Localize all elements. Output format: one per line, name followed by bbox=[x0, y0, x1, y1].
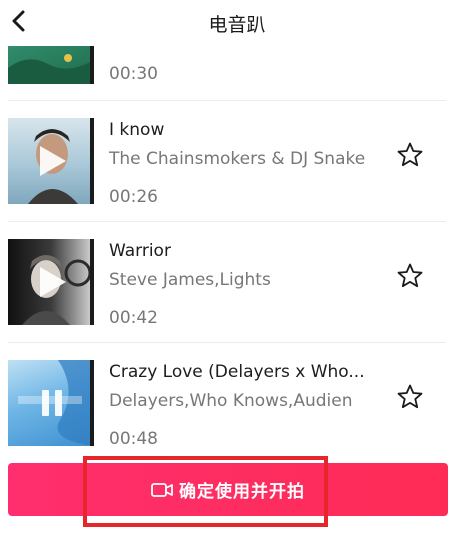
track-duration: 00:48 bbox=[109, 429, 158, 449]
track-duration: 00:30 bbox=[109, 64, 158, 84]
play-icon[interactable] bbox=[36, 144, 68, 178]
track-row[interactable]: Crazy Love (Delayers x Who... Delayers,W… bbox=[0, 343, 474, 460]
cover-art bbox=[8, 54, 94, 84]
cover-edge bbox=[90, 46, 94, 84]
confirm-use-and-shoot-button[interactable]: 确定使用并开拍 bbox=[8, 463, 448, 516]
track-row[interactable]: 00:30 bbox=[0, 46, 474, 101]
favorite-star-icon[interactable] bbox=[396, 262, 424, 290]
cover-edge bbox=[90, 118, 94, 204]
track-row[interactable]: I know The Chainsmokers & DJ Snake 00:26 bbox=[0, 101, 474, 222]
album-cover[interactable] bbox=[8, 360, 94, 446]
track-artist: Delayers,Who Knows,Audien bbox=[109, 391, 353, 411]
track-artist: The Chainsmokers & DJ Snake bbox=[109, 149, 366, 169]
track-title: Warrior bbox=[109, 241, 171, 261]
track-duration: 00:26 bbox=[109, 187, 158, 207]
pause-icon[interactable] bbox=[36, 386, 68, 420]
track-title: Crazy Love (Delayers x Who... bbox=[109, 362, 365, 382]
favorite-star-icon[interactable] bbox=[396, 383, 424, 411]
album-cover[interactable] bbox=[8, 46, 94, 84]
track-row[interactable]: Warrior Steve James,Lights 00:42 bbox=[0, 222, 474, 343]
play-icon[interactable] bbox=[36, 265, 68, 299]
cover-edge bbox=[90, 360, 94, 446]
track-list[interactable]: 00:30 I know The Chainsmokers & DJ Snake… bbox=[0, 46, 474, 460]
favorite-star-icon[interactable] bbox=[396, 141, 424, 169]
track-duration: 00:42 bbox=[109, 308, 158, 328]
confirm-label: 确定使用并开拍 bbox=[179, 482, 305, 502]
top-bar: 电音趴 bbox=[0, 0, 474, 46]
video-camera-icon bbox=[151, 482, 173, 497]
track-artist: Steve James,Lights bbox=[109, 270, 271, 290]
album-cover[interactable] bbox=[8, 239, 94, 325]
track-title: I know bbox=[109, 120, 165, 140]
album-cover[interactable] bbox=[8, 118, 94, 204]
page-title: 电音趴 bbox=[208, 14, 266, 36]
cover-edge bbox=[90, 239, 94, 325]
